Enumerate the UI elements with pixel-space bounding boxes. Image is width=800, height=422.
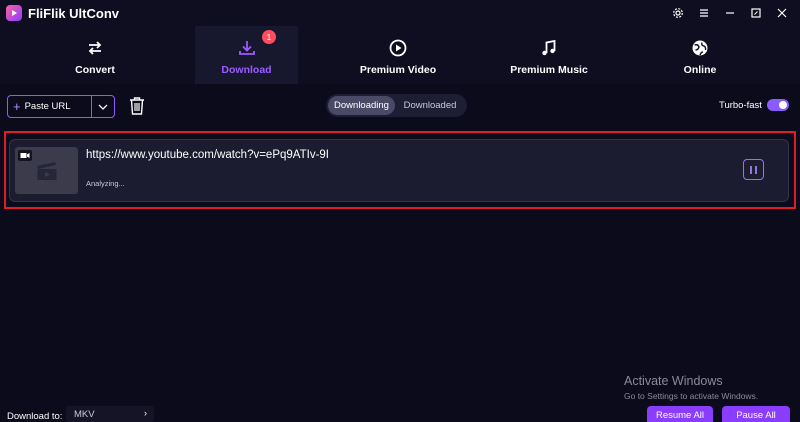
turbo-fast-toggle[interactable]	[767, 99, 789, 111]
paste-url-button[interactable]: + Paste URL	[8, 96, 92, 117]
close-icon[interactable]	[774, 5, 790, 21]
tab-premium-music-label: Premium Music	[510, 64, 588, 76]
tab-premium-music[interactable]: Premium Music	[500, 26, 598, 84]
download-status: Analyzing...	[86, 179, 125, 188]
download-to-label: Download to:	[7, 411, 63, 422]
title-bar: FliFlik UltConv	[0, 0, 800, 26]
turbo-fast-label: Turbo-fast	[719, 100, 762, 111]
download-url: https://www.youtube.com/watch?v=ePq9ATIv…	[86, 149, 329, 161]
output-format-select[interactable]: MKV ›	[66, 406, 154, 422]
app-title: FliFlik UltConv	[28, 5, 119, 21]
paste-url-dropdown[interactable]	[92, 96, 114, 117]
chevron-right-icon: ›	[144, 408, 147, 418]
trash-icon[interactable]	[128, 96, 146, 116]
settings-gear-icon[interactable]	[670, 5, 686, 21]
tab-online-label: Online	[683, 64, 717, 76]
download-icon	[238, 41, 255, 55]
resume-all-button[interactable]: Resume All	[647, 406, 713, 422]
clapperboard-icon	[37, 162, 57, 180]
chevron-down-icon	[98, 104, 108, 110]
output-format-value: MKV	[74, 408, 95, 420]
tab-download-label: Download	[221, 64, 272, 76]
globe-icon	[692, 40, 708, 56]
pause-icon	[750, 165, 757, 174]
plus-icon: +	[13, 99, 21, 114]
pause-download-button[interactable]	[743, 159, 764, 180]
minimize-icon[interactable]	[722, 5, 738, 21]
tab-convert-label: Convert	[75, 64, 115, 76]
download-toolbar: + Paste URL Downloading Downloaded Turbo…	[0, 84, 800, 128]
paste-url-group: + Paste URL	[7, 95, 115, 118]
paste-url-label: Paste URL	[24, 101, 71, 112]
tab-online[interactable]: Online	[660, 26, 740, 84]
tab-convert[interactable]: Convert	[50, 26, 140, 84]
convert-arrows-icon	[88, 41, 102, 55]
play-circle-icon	[389, 39, 407, 57]
menu-hamburger-icon[interactable]	[696, 5, 712, 21]
main-nav: Convert 1 Download Premium Video Premium…	[0, 26, 800, 84]
tab-download[interactable]: 1 Download	[195, 26, 298, 84]
activate-windows-title: Activate Windows	[624, 374, 723, 388]
segment-downloading[interactable]: Downloading	[328, 96, 395, 115]
video-thumbnail	[15, 147, 78, 194]
download-status-segment: Downloading Downloaded	[326, 94, 467, 117]
tab-premium-video-label: Premium Video	[359, 64, 437, 76]
pause-all-button[interactable]: Pause All	[722, 406, 790, 422]
app-logo-icon	[6, 5, 22, 21]
music-note-icon	[542, 39, 556, 56]
download-count-badge: 1	[262, 30, 276, 44]
video-camera-icon	[18, 150, 32, 161]
activate-windows-subtitle: Go to Settings to activate Windows.	[624, 391, 759, 401]
download-list-item[interactable]: https://www.youtube.com/watch?v=ePq9ATIv…	[9, 139, 789, 202]
maximize-icon[interactable]	[748, 5, 764, 21]
segment-downloaded[interactable]: Downloaded	[395, 96, 465, 115]
tab-premium-video[interactable]: Premium Video	[350, 26, 446, 84]
